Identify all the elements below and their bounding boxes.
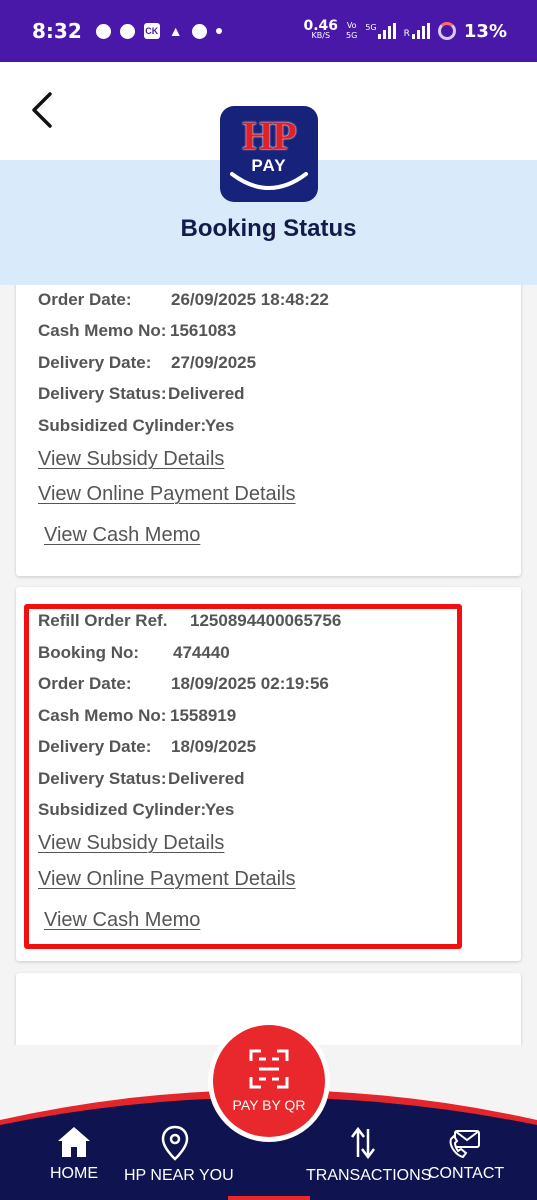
view-cash-memo-link[interactable]: View Cash Memo	[44, 524, 200, 547]
facebook-icon	[119, 23, 135, 39]
booking-list[interactable]: Order Date: 26/09/2025 18:48:22 Cash Mem…	[0, 285, 537, 1045]
subsidized-cylinder-row: Subsidized Cylinder: Yes	[38, 416, 235, 435]
booking-no-row: Booking No: 474440	[38, 643, 230, 662]
contact-phone-icon	[449, 1130, 480, 1159]
nav-hp-near-you[interactable]: HP NEAR YOU	[124, 1125, 234, 1185]
volte-indicator: Vo 5G	[346, 21, 358, 40]
booking-card: Order Date: 26/09/2025 18:48:22 Cash Mem…	[16, 285, 521, 576]
battery-icon	[437, 22, 456, 40]
cash-memo-row: Cash Memo No: 1558919	[38, 706, 237, 725]
status-time: 8:32	[32, 19, 82, 43]
pay-by-qr-button[interactable]: PAY BY QR	[213, 1025, 325, 1137]
delivery-date-row: Delivery Date: 18/09/2025	[38, 737, 257, 756]
chevron-left-icon	[32, 92, 52, 128]
nav-transactions[interactable]: TRANSACTIONS	[306, 1125, 431, 1185]
ck-app-icon: CK	[143, 23, 160, 39]
location-pin-icon	[161, 1125, 189, 1161]
order-date-row: Order Date: 26/09/2025 18:48:22	[38, 290, 329, 309]
booking-card: Refill Order Ref. 1250894400065756 Booki…	[16, 587, 521, 961]
nav-contact[interactable]: CONTACT	[428, 1125, 504, 1183]
subsidized-cylinder-row: Subsidized Cylinder: Yes	[38, 800, 235, 819]
view-online-payment-details-link[interactable]: View Online Payment Details	[38, 483, 296, 506]
delivery-status-row: Delivery Status: Delivered	[38, 384, 245, 403]
network-speed: 0.46 KB/S	[303, 18, 339, 40]
more-notifications-icon	[215, 28, 222, 34]
view-cash-memo-link[interactable]: View Cash Memo	[44, 909, 200, 932]
status-right: 0.46 KB/S Vo 5G 5G R 13%	[303, 18, 508, 42]
transactions-arrows-icon	[351, 1126, 375, 1160]
notification-icons: CK ▲	[95, 23, 222, 39]
chat-icon	[95, 23, 111, 39]
delivery-date-row: Delivery Date: 27/09/2025	[38, 353, 257, 372]
drive-icon: ▲	[168, 23, 183, 39]
battery-percent: 13%	[463, 20, 507, 42]
signal-icon: 5G	[365, 23, 396, 39]
order-date-row: Order Date: 18/09/2025 02:19:56	[38, 674, 329, 693]
home-icon	[58, 1127, 90, 1157]
nav-home[interactable]: HOME	[48, 1125, 100, 1183]
view-online-payment-details-link[interactable]: View Online Payment Details	[38, 868, 296, 891]
back-button[interactable]	[26, 86, 66, 134]
roaming-signal-icon: R	[404, 23, 430, 39]
refill-order-ref-row: Refill Order Ref. 1250894400065756	[38, 611, 342, 630]
delivery-status-row: Delivery Status: Delivered	[38, 769, 245, 788]
bag-icon	[191, 23, 207, 39]
cash-memo-row: Cash Memo No: 1561083	[38, 321, 237, 340]
status-bar: 8:32 CK ▲ 0.46 KB/S Vo 5G 5G R 13%	[0, 0, 537, 62]
active-tab-indicator	[228, 1196, 310, 1200]
view-subsidy-details-link[interactable]: View Subsidy Details	[38, 448, 224, 471]
hp-pay-logo: HP PAY	[220, 106, 318, 202]
page-title: Booking Status	[180, 215, 357, 242]
qr-scan-icon	[249, 1049, 289, 1089]
view-subsidy-details-link[interactable]: View Subsidy Details	[38, 832, 224, 855]
